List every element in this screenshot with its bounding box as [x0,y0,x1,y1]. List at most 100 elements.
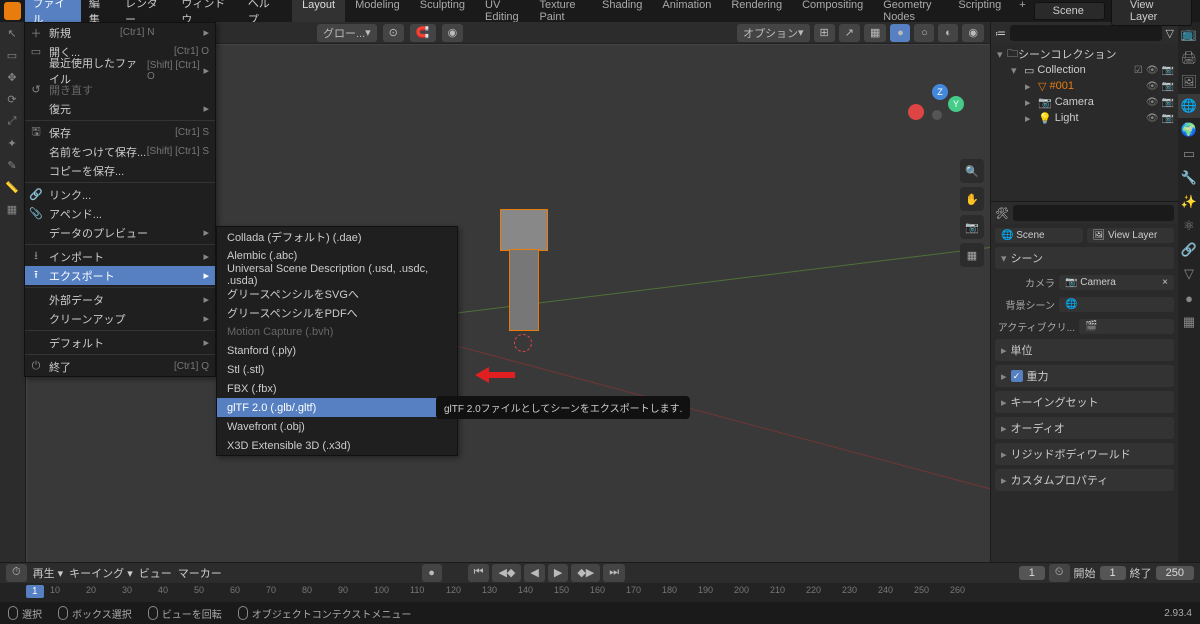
snap-icon[interactable]: 🧲 [410,24,436,42]
tab-viewlayer-icon[interactable]: 🖼 [1178,70,1200,94]
tab-scene-icon[interactable]: 🌐 [1178,94,1200,118]
panel-units[interactable]: ▸単位 [995,339,1174,361]
export-menu-item[interactable]: Motion Capture (.bvh) [217,322,457,341]
tab-data-icon[interactable]: ▽ [1178,262,1200,286]
autokey-icon[interactable]: ● [422,564,442,582]
export-menu-item[interactable]: グリースペンシルをPDFへ [217,303,457,322]
orientation-dropdown[interactable]: グロー... ▾ [317,24,377,42]
tl-marker-menu[interactable]: マーカー [178,565,222,581]
gizmo-icon[interactable]: ↗ [839,24,860,42]
tool-transform-icon[interactable]: ✦ [0,132,24,154]
export-menu-item[interactable]: Universal Scene Description (.usd, .usdc… [217,265,457,284]
move-view-icon[interactable]: ✋ [960,187,984,211]
file-menu-item[interactable]: ⭱エクスポート▸ [25,266,215,285]
file-menu-item[interactable]: 🔗リンク... [25,185,215,204]
xray-icon[interactable]: ▦ [864,24,886,42]
options-dropdown[interactable]: オプション ▾ [737,24,810,42]
file-menu-item[interactable]: 🖫保存[Ctr1] S [25,123,215,142]
axis-x-icon[interactable] [908,104,924,120]
export-menu-item[interactable]: glTF 2.0 (.glb/.gltf) [217,398,457,417]
tab-particle-icon[interactable]: ✨ [1178,190,1200,214]
persp-icon[interactable]: ▦ [960,243,984,267]
outliner-row[interactable]: ▾▭Collection☑👁📷 [991,62,1178,78]
clock-icon[interactable]: ⏲ [1049,564,1070,582]
tl-view-menu[interactable]: ビュー [139,565,172,581]
viewlayer-selector[interactable]: View Layer [1111,0,1192,26]
tab-object-icon[interactable]: ▭ [1178,142,1200,166]
tool-scale-icon[interactable]: ⤢ [0,110,24,132]
file-menu-item[interactable]: 名前をつけて保存...[Shift] [Ctr1] S [25,142,215,161]
file-menu-item[interactable]: ↺開き直す [25,80,215,99]
tool-add-icon[interactable]: ▦ [0,198,24,220]
tab-output-icon[interactable]: 🖨 [1178,46,1200,70]
file-menu-item[interactable]: デフォルト▸ [25,333,215,352]
camera-view-icon[interactable]: 📷 [960,215,984,239]
file-menu-item[interactable]: 最近使用したファイル[Shift] [Ctr1] O▸ [25,61,215,80]
outliner-row[interactable]: ▸▽#001👁📷 [991,78,1178,94]
file-menu-item[interactable]: 📎アペンド... [25,204,215,223]
file-menu-item[interactable]: データのプレビュー▸ [25,223,215,242]
tool-measure-icon[interactable]: 📏 [0,176,24,198]
file-menu-item[interactable]: ⏻終了[Ctr1] Q [25,357,215,376]
shading-mat-icon[interactable]: ◐ [938,24,958,42]
file-menu-item[interactable]: コピーを保存... [25,161,215,180]
play-fwd-icon[interactable]: ▶ [548,564,568,582]
outliner-scene-collection[interactable]: ▾🗀 シーンコレクション [991,46,1178,62]
selected-object[interactable] [496,209,551,331]
axis-y-icon[interactable]: Y [948,96,964,112]
export-menu-item[interactable]: Stl (.stl) [217,360,457,379]
nav-gizmo[interactable]: Y Z [908,84,978,154]
props-search[interactable] [1013,205,1174,221]
keyframe-next-icon[interactable]: ◆▶ [571,564,600,582]
jump-start-icon[interactable]: ⏮ [468,564,490,582]
file-menu-item[interactable]: 外部データ▸ [25,290,215,309]
proportional-icon[interactable]: ◉ [442,24,464,42]
panel-customprops[interactable]: ▸カスタムプロパティ [995,469,1174,491]
tool-rotate-icon[interactable]: ⟳ [0,88,24,110]
shading-wire-icon[interactable]: ○ [914,24,934,42]
axis-z-icon[interactable]: Z [932,84,948,100]
overlay-icon[interactable]: ⊞ [814,24,835,42]
tool-cursor-icon[interactable]: ↖ [0,22,24,44]
play-rev-icon[interactable]: ◀ [524,564,544,582]
file-menu-item[interactable]: ＋新規[Ctr1] N▸ [25,23,215,42]
tab-texture-icon[interactable]: ▦ [1178,310,1200,334]
jump-end-icon[interactable]: ⏭ [603,564,625,582]
pivot-icon[interactable]: ⊙ [383,24,404,42]
timeline-track[interactable]: 1 10203040506070809010011012013014015016… [0,583,1200,603]
viewlayer-button[interactable]: 🖼 View Layer [1087,228,1175,243]
tool-move-icon[interactable]: ✥ [0,66,24,88]
outliner-search[interactable] [1010,25,1162,41]
file-menu-item[interactable]: クリーンアップ▸ [25,309,215,328]
timeline-type-icon[interactable]: ⏱ [6,564,27,582]
tab-material-icon[interactable]: ● [1178,286,1200,310]
outliner-type-icon[interactable]: ≔ [995,27,1006,40]
current-frame[interactable]: 1 [1019,566,1045,580]
tl-play-menu[interactable]: 再生 ▾ [33,565,64,581]
camera-field[interactable]: 📷 Camera × [1059,275,1174,290]
tab-constraint-icon[interactable]: 🔗 [1178,238,1200,262]
shading-solid-icon[interactable]: ● [890,24,910,42]
scene-selector[interactable]: Scene [1034,2,1105,20]
end-frame[interactable]: 250 [1156,566,1194,580]
file-menu-item[interactable]: ⭳インポート▸ [25,247,215,266]
export-menu-item[interactable]: Collada (デフォルト) (.dae) [217,227,457,246]
export-menu-item[interactable]: グリースペンシルをSVGへ [217,284,457,303]
panel-gravity[interactable]: ▸✓重力 [995,365,1174,387]
tool-annotate-icon[interactable]: ✎ [0,154,24,176]
outliner-row[interactable]: ▸💡Light👁📷 [991,110,1178,126]
panel-scene[interactable]: ▾シーン [995,247,1174,269]
panel-audio[interactable]: ▸オーディオ [995,417,1174,439]
export-menu-item[interactable]: Stanford (.ply) [217,341,457,360]
scene-button[interactable]: 🌐 Scene [995,228,1083,243]
export-menu-item[interactable]: FBX (.fbx) [217,379,457,398]
start-frame[interactable]: 1 [1100,566,1126,580]
tab-world-icon[interactable]: 🌍 [1178,118,1200,142]
panel-keying[interactable]: ▸キーイングセット [995,391,1174,413]
export-menu-item[interactable]: X3D Extensible 3D (.x3d) [217,436,457,455]
tab-physics-icon[interactable]: ⚛ [1178,214,1200,238]
file-menu-item[interactable]: 復元▸ [25,99,215,118]
outliner-filter-icon[interactable]: ▽ [1166,27,1174,40]
bgscene-field[interactable]: 🌐 [1059,297,1174,312]
export-menu-item[interactable]: Wavefront (.obj) [217,417,457,436]
